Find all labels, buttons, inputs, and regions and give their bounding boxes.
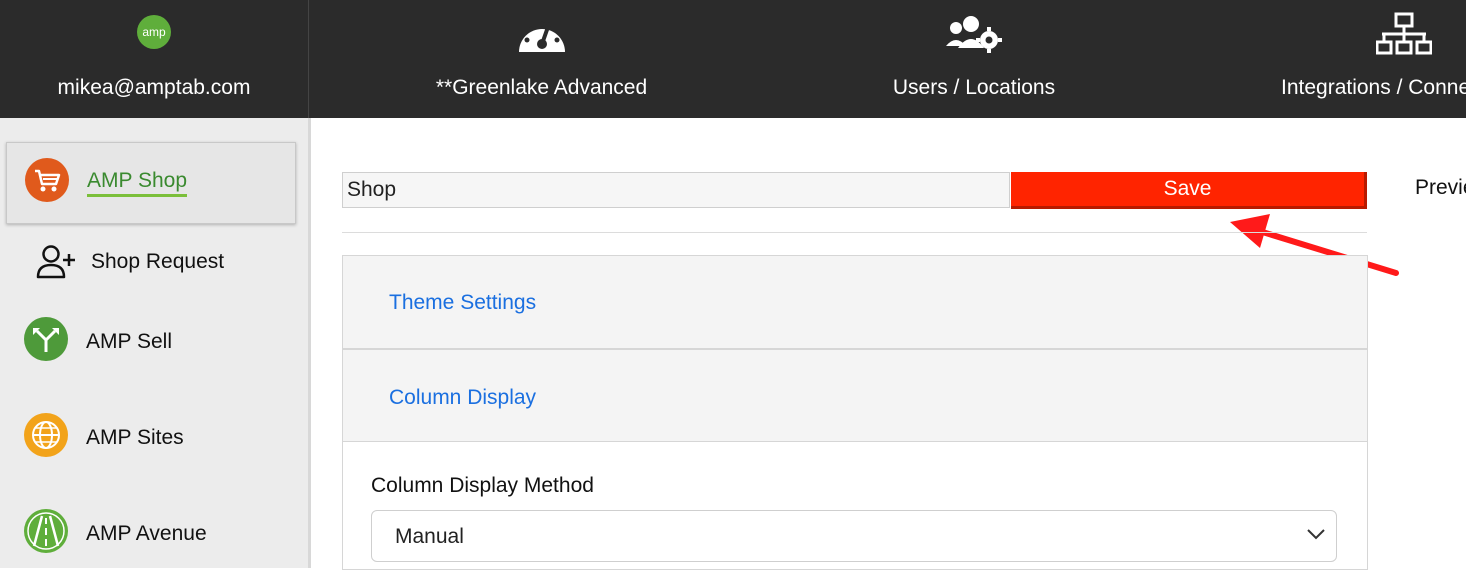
preview-label: Previe: [1415, 176, 1466, 199]
main-content: Save Previe Theme Settings Column Displa…: [311, 118, 1466, 570]
amp-logo-icon: amp: [136, 14, 172, 55]
sidebar-item-amp-sites[interactable]: AMP Sites: [6, 398, 294, 478]
users-gear-icon: [944, 14, 1004, 61]
column-display-method-select[interactable]: Manual: [371, 510, 1337, 562]
network-icon: [1375, 12, 1433, 63]
nav-greenlake-label: **Greenlake Advanced: [435, 76, 648, 99]
theme-settings-panel[interactable]: Theme Settings: [342, 255, 1368, 349]
sidebar-item-shop-request[interactable]: Shop Request: [6, 222, 294, 302]
sidebar-item-label: AMP Shop: [87, 169, 188, 197]
sidebar: AMP Shop Shop Request AMP Sell AMP Sites…: [0, 118, 311, 568]
sidebar-item-amp-shop[interactable]: AMP Shop: [6, 142, 296, 224]
sidebar-item-label: Shop Request: [91, 250, 225, 273]
account-menu[interactable]: amp mikea@amptab.com: [0, 0, 309, 118]
add-user-icon: [36, 244, 78, 285]
nav-integrations-label: Integrations / Conne: [1281, 76, 1466, 99]
svg-text:amp: amp: [142, 25, 166, 39]
sidebar-item-label: AMP Avenue: [86, 522, 207, 545]
theme-settings-link[interactable]: Theme Settings: [389, 291, 536, 315]
cart-icon: [24, 157, 70, 208]
sidebar-item-label: AMP Sell: [86, 330, 172, 353]
column-display-method-label: Column Display Method: [371, 474, 594, 497]
top-navigation-bar: amp mikea@amptab.com **Greenlake Advance…: [0, 0, 1466, 118]
shop-name-input[interactable]: [342, 172, 1010, 208]
column-display-body: Column Display Method Manual: [342, 441, 1368, 570]
account-email: mikea@amptab.com: [57, 76, 251, 99]
road-icon: [23, 508, 69, 559]
column-display-panel[interactable]: Column Display: [342, 349, 1368, 442]
save-button[interactable]: Save: [1011, 172, 1367, 209]
chevron-down-icon: [1306, 527, 1326, 546]
select-value: Manual: [395, 525, 464, 548]
sidebar-item-label: AMP Sites: [86, 426, 184, 449]
sidebar-item-amp-sell[interactable]: AMP Sell: [6, 302, 294, 382]
dashboard-gauge-icon: [515, 14, 569, 61]
column-display-link[interactable]: Column Display: [389, 386, 536, 410]
sidebar-item-amp-avenue[interactable]: AMP Avenue: [6, 494, 294, 574]
nav-users-label: Users / Locations: [892, 76, 1056, 99]
divider: [342, 232, 1367, 233]
nav-users-locations[interactable]: Users / Locations: [774, 0, 1174, 118]
nav-integrations[interactable]: Integrations / Conne: [1174, 0, 1466, 118]
arrows-icon: [23, 316, 69, 367]
nav-greenlake[interactable]: **Greenlake Advanced: [309, 0, 774, 118]
globe-icon: [23, 412, 69, 463]
